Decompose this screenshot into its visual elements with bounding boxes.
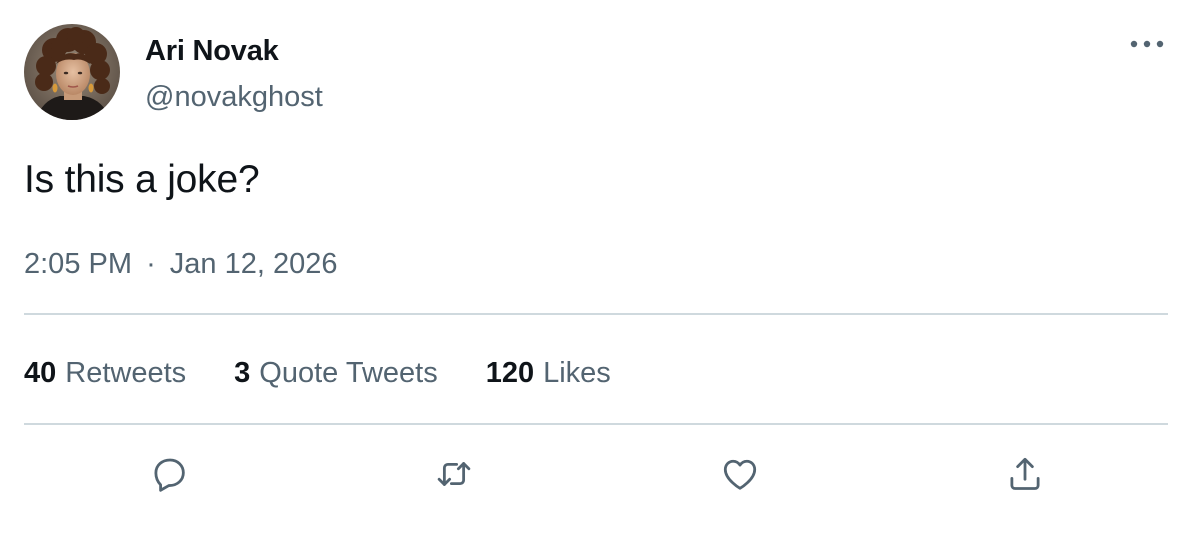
timestamp: 2:05 PM · Jan 12, 2026 [24, 248, 338, 281]
more-horizontal-icon [1130, 40, 1164, 48]
retweet-button[interactable] [430, 450, 478, 498]
tweet-text: Is this a joke? [24, 158, 260, 201]
tweet-date-link[interactable]: Jan 12, 2026 [170, 248, 338, 280]
divider [24, 423, 1168, 425]
reply-icon [154, 458, 185, 492]
heart-icon [723, 459, 757, 490]
quote-tweets-stat[interactable]: 3 Quote Tweets [234, 357, 438, 390]
timestamp-separator: · [146, 248, 156, 280]
share-button[interactable] [1001, 450, 1049, 498]
tweet-card: Ari Novak @novakghost Is this a joke? 2:… [0, 0, 1192, 546]
retweets-stat[interactable]: 40 Retweets [24, 357, 186, 390]
user-handle[interactable]: @novakghost [145, 81, 323, 114]
quote-tweets-count: 3 [234, 356, 251, 389]
display-name[interactable]: Ari Novak [145, 35, 279, 68]
avatar[interactable] [24, 24, 120, 120]
reply-button[interactable] [145, 450, 193, 498]
likes-count: 120 [485, 356, 535, 389]
likes-label: Likes [543, 356, 611, 389]
divider [24, 313, 1168, 315]
share-icon [1010, 457, 1040, 490]
quote-tweets-label: Quote Tweets [259, 356, 438, 389]
retweets-label: Retweets [65, 356, 187, 389]
avatar-image [24, 24, 120, 120]
more-options-button[interactable] [1124, 28, 1170, 60]
engagement-stats: 40 Retweets 3 Quote Tweets 120 Likes [24, 353, 611, 393]
likes-stat[interactable]: 120 Likes [486, 357, 611, 390]
retweets-count: 40 [24, 356, 57, 389]
tweet-time-link[interactable]: 2:05 PM [24, 248, 132, 280]
retweet-icon [437, 462, 471, 486]
like-button[interactable] [716, 450, 764, 498]
